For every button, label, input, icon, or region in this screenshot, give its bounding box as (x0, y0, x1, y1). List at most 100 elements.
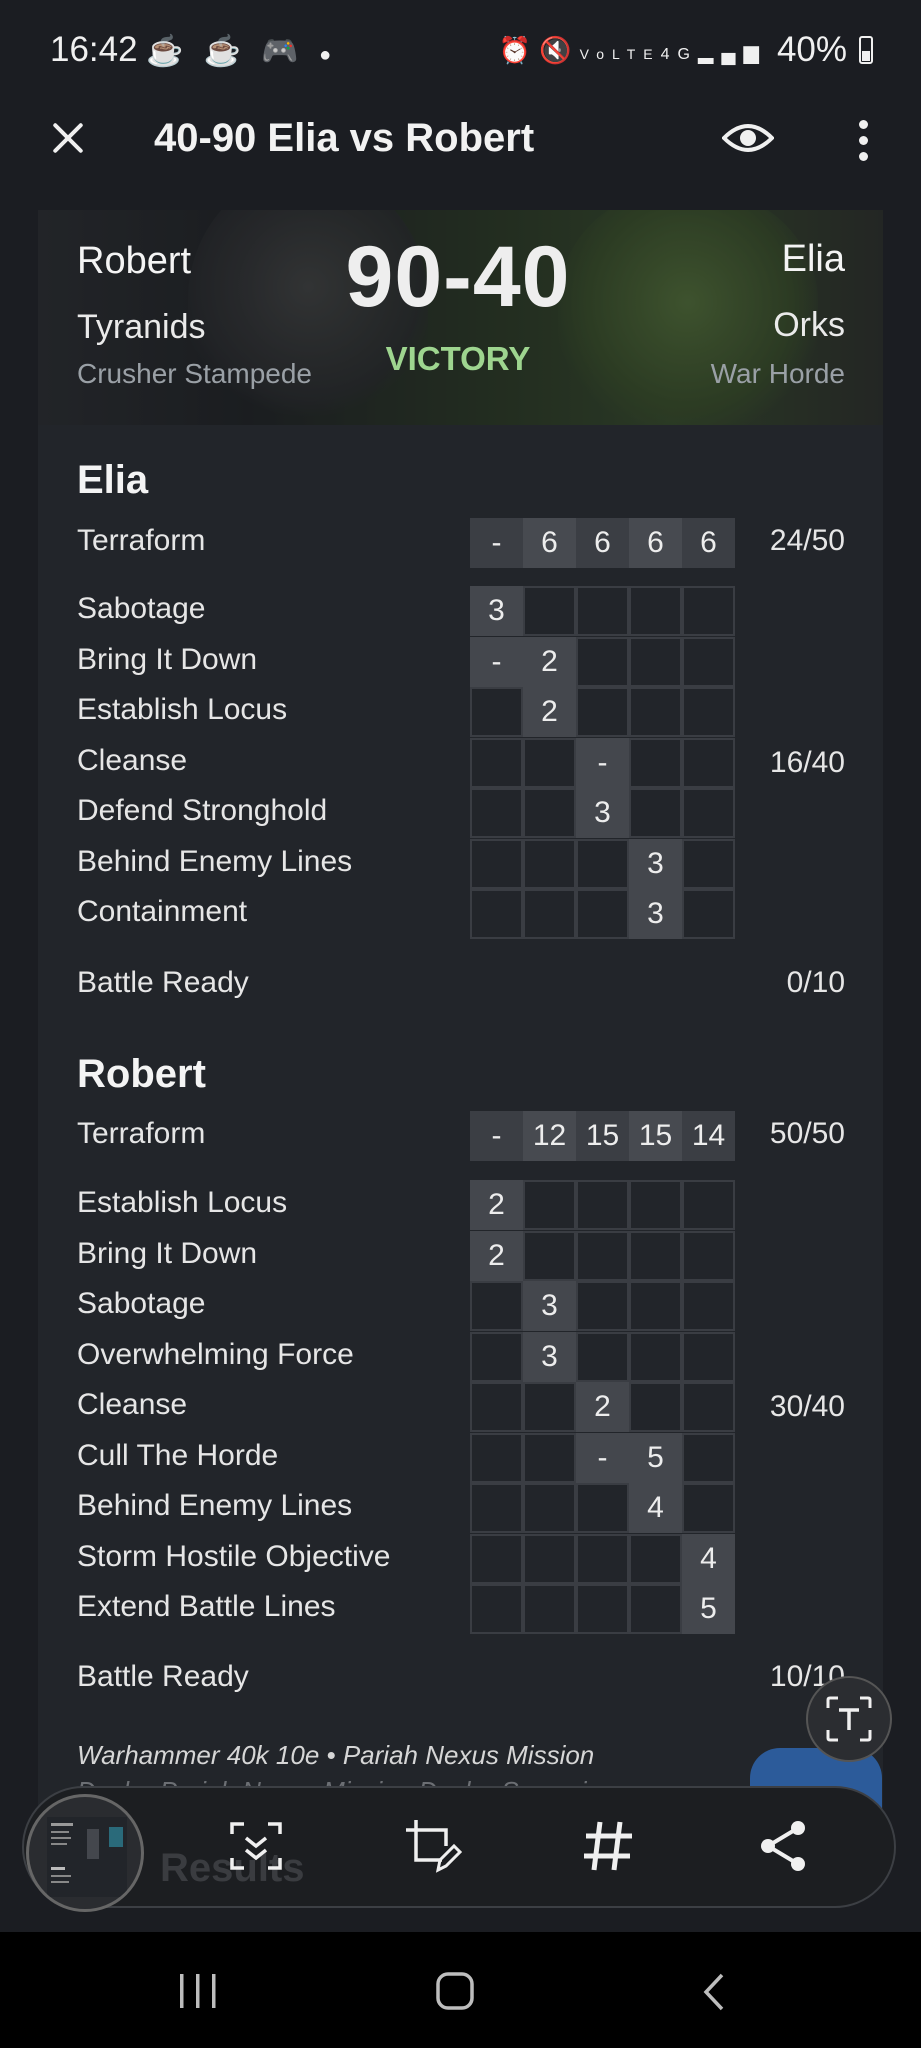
app-notification-icon: ☕ (146, 35, 190, 68)
round-cell: - (576, 737, 629, 788)
round-cell (682, 1331, 735, 1382)
overflow-menu-icon[interactable] (856, 120, 870, 162)
share-icon (761, 1821, 805, 1871)
secondary-score-row: 3 (470, 1281, 735, 1331)
secondary-mission-label: Cleanse (77, 1388, 188, 1421)
screenshot-thumbnail[interactable] (26, 1794, 144, 1912)
round-cell: 3 (523, 1281, 576, 1331)
hashtag-button[interactable] (576, 1814, 640, 1878)
round-cell (470, 889, 523, 939)
secondary-score-row: - (470, 737, 735, 788)
secondary-mission-label: Sabotage (77, 592, 206, 625)
round-cell: 2 (523, 687, 576, 737)
round-cell (682, 1432, 735, 1483)
round-cell (576, 1180, 629, 1230)
round-cell (629, 737, 682, 788)
secondary-score-row: 3 (470, 889, 735, 939)
round-cell (470, 737, 523, 788)
match-card: Robert Tyranids Crusher Stampede 90-40 V… (38, 210, 883, 1810)
terraform-label: Terraform (77, 1117, 206, 1150)
recent-apps-icon[interactable] (178, 1972, 218, 2010)
round-cell (576, 838, 629, 889)
terraform-total: 50/50 (769, 1117, 845, 1150)
round-cell: 5 (682, 1584, 735, 1634)
secondary-mission-label: Extend Battle Lines (77, 1590, 336, 1623)
round-cell: 4 (682, 1533, 735, 1584)
app-notification-icon: ☕ (203, 35, 248, 68)
round-cell (523, 1584, 576, 1634)
text-extract-button[interactable] (806, 1676, 892, 1762)
secondary-mission-label: Cull The Horde (77, 1438, 279, 1472)
home-icon[interactable] (436, 1972, 474, 2010)
secondary-total: 30/40 (769, 1390, 845, 1423)
secondary-mission-label: Cleanse (77, 743, 188, 777)
round-cell (629, 687, 682, 737)
share-button[interactable] (752, 1814, 816, 1878)
score-right: 40 (472, 229, 571, 325)
round-cell (682, 1483, 735, 1533)
back-icon[interactable] (700, 1972, 728, 2012)
text-extract-icon (826, 1696, 872, 1742)
close-icon[interactable] (46, 116, 90, 160)
round-cell (470, 1483, 523, 1533)
crop-edit-icon (406, 1820, 462, 1873)
secondary-mission-label: Defend Stronghold (77, 794, 328, 827)
4g-icon: 4G (660, 45, 698, 63)
round-cell: 3 (523, 1331, 576, 1382)
round-cell (576, 1230, 629, 1281)
scroll-capture-button[interactable] (224, 1814, 288, 1878)
signal-icon: ▂▄▆ (698, 41, 767, 64)
round-cell (470, 687, 523, 737)
round-cell (523, 737, 576, 788)
notification-icons: ☕ ☕ 🎮 ● (146, 34, 337, 69)
secondary-mission-label: Behind Enemy Lines (77, 844, 353, 878)
battle-ready-total: 0/10 (786, 966, 845, 999)
round-cell (523, 1432, 576, 1483)
secondary-mission-label: Sabotage (77, 1287, 206, 1320)
round-cell (629, 1382, 682, 1432)
score-separator: - (443, 229, 473, 325)
round-cell (523, 1230, 576, 1281)
secondary-score-row: 3 (470, 788, 735, 838)
round-cell (629, 636, 682, 687)
round-cell (576, 1584, 629, 1634)
secondary-score-row: 3 (470, 838, 735, 889)
round-cell: 15 (576, 1111, 629, 1161)
secondary-total: 16/40 (769, 746, 845, 779)
round-cell (629, 586, 682, 636)
round-cell (523, 1180, 576, 1230)
round-cell (576, 1281, 629, 1331)
round-cell (470, 1331, 523, 1382)
match-result: VICTORY (385, 340, 531, 377)
dot-icon: ● (319, 44, 338, 66)
round-cell: 6 (629, 518, 682, 568)
crop-edit-button[interactable] (400, 1814, 464, 1878)
secondary-mission-label: Establish Locus (77, 1186, 288, 1219)
battle-ready-label: Battle Ready (77, 966, 249, 999)
round-cell (576, 586, 629, 636)
score-left: 90 (345, 229, 444, 325)
system-navigation-bar (0, 1932, 921, 2048)
round-cell (576, 687, 629, 737)
battery-percent: 40% (776, 30, 847, 69)
secondary-score-row: 3 (470, 586, 735, 636)
terraform-score-row: - 12 15 15 14 (470, 1111, 735, 1161)
mute-icon: 🔇 (539, 34, 580, 65)
round-cell (682, 788, 735, 838)
alarm-icon: ⏰ (498, 34, 540, 65)
round-cell (629, 788, 682, 838)
hashtag-icon (584, 1821, 632, 1871)
secondary-mission-label: Storm Hostile Objective (77, 1539, 391, 1573)
round-cell (523, 1483, 576, 1533)
secondary-score-row: 2 (470, 1230, 735, 1281)
scroll-capture-icon (230, 1822, 282, 1870)
round-cell (523, 586, 576, 636)
round-cell (682, 1180, 735, 1230)
round-cell (682, 1382, 735, 1432)
game-notification-icon: 🎮 (261, 35, 305, 68)
round-cell (470, 838, 523, 889)
eye-icon[interactable] (722, 118, 774, 158)
round-cell (470, 1533, 523, 1584)
round-cell: 14 (682, 1111, 735, 1161)
round-cell: 3 (629, 889, 682, 939)
